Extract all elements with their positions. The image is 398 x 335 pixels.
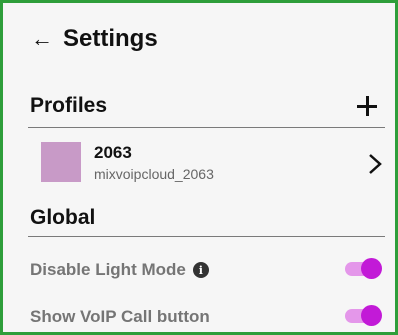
global-section-title: Global bbox=[30, 206, 96, 229]
toggle-knob bbox=[361, 305, 382, 326]
global-divider bbox=[28, 236, 385, 237]
disable-light-mode-label: Disable Light Mode i bbox=[30, 260, 209, 280]
toggle-knob bbox=[361, 258, 382, 279]
show-voip-call-button-label: Show VoIP Call button bbox=[30, 307, 210, 327]
page-title: Settings bbox=[63, 25, 158, 52]
disable-light-mode-text: Disable Light Mode bbox=[30, 260, 186, 279]
profiles-section-title: Profiles bbox=[30, 94, 108, 117]
arrow-left-icon[interactable]: ← bbox=[31, 28, 53, 50]
profile-avatar bbox=[41, 142, 81, 182]
app-header: ← Settings bbox=[31, 25, 158, 53]
show-voip-call-button-text: Show VoIP Call button bbox=[30, 307, 210, 326]
profile-account: mixvoipcloud_2063 bbox=[94, 166, 214, 182]
profiles-divider bbox=[28, 127, 385, 128]
show-voip-call-button-toggle[interactable] bbox=[345, 305, 382, 326]
disable-light-mode-toggle[interactable] bbox=[345, 258, 382, 279]
profile-item[interactable]: 2063 mixvoipcloud_2063 bbox=[41, 142, 383, 186]
info-icon[interactable]: i bbox=[192, 262, 209, 278]
chevron-right-icon[interactable] bbox=[367, 152, 383, 176]
plus-icon[interactable] bbox=[355, 94, 379, 118]
profile-name: 2063 bbox=[94, 143, 132, 162]
settings-screen: ← Settings Profiles 2063 mixvoipcloud_20… bbox=[0, 0, 398, 335]
